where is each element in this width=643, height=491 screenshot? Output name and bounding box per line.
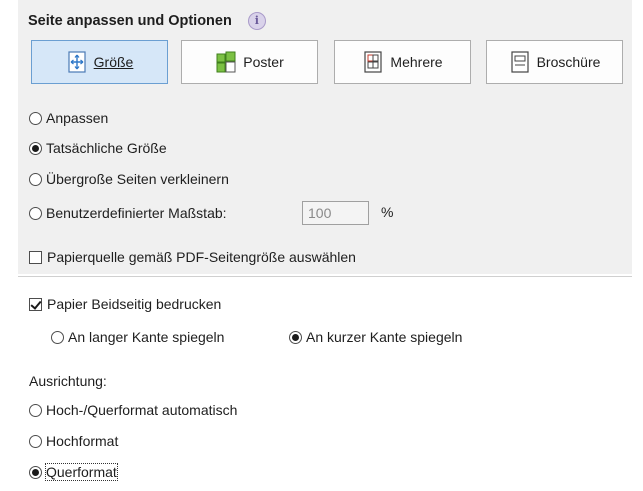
portrait-label: Hochformat xyxy=(46,433,119,449)
section-header: Seite anpassen und Optionen i xyxy=(28,10,266,32)
actual-size-radio-option[interactable]: Tatsächliche Größe xyxy=(29,138,167,158)
auto-orientation-radio[interactable] xyxy=(29,403,42,417)
paper-source-checkbox-option[interactable]: Papierquelle gemäß PDF-Seitengröße auswä… xyxy=(29,247,356,267)
fit-label: Anpassen xyxy=(46,110,109,126)
portrait-radio[interactable] xyxy=(29,434,42,448)
custom-scale-label: Benutzerdefinierter Maßstab: xyxy=(46,205,227,221)
duplex-label: Papier Beidseitig bedrucken xyxy=(47,296,222,312)
actual-size-radio[interactable] xyxy=(29,141,42,155)
multiple-button[interactable]: Mehrere xyxy=(334,40,471,84)
auto-orientation-label: Hoch-/Querformat automatisch xyxy=(46,402,238,418)
section-divider xyxy=(18,276,632,277)
landscape-radio-option[interactable]: Querformat xyxy=(29,462,118,482)
auto-orientation-radio-option[interactable]: Hoch-/Querformat automatisch xyxy=(29,400,237,420)
size-button[interactable]: Größe xyxy=(31,40,168,84)
orientation-label: Ausrichtung: xyxy=(29,373,107,389)
flip-long-edge-radio[interactable] xyxy=(51,330,64,344)
paper-source-checkbox[interactable] xyxy=(29,250,42,264)
section-title: Seite anpassen und Optionen xyxy=(28,13,232,29)
shrink-oversized-label: Übergroße Seiten verkleinern xyxy=(46,171,229,187)
booklet-button[interactable]: Broschüre xyxy=(486,40,623,84)
shrink-oversized-radio[interactable] xyxy=(29,172,42,186)
landscape-label: Querformat xyxy=(45,463,118,481)
flip-short-edge-radio-option[interactable]: An kurzer Kante spiegeln xyxy=(289,327,462,347)
print-page-options-panel: Seite anpassen und Optionen i Größe Post… xyxy=(0,0,643,491)
page-sizing-mode-buttons: Größe Poster Mehrere Broschüre xyxy=(31,40,631,84)
portrait-radio-option[interactable]: Hochformat xyxy=(29,431,118,451)
poster-button[interactable]: Poster xyxy=(181,40,318,84)
custom-scale-input[interactable] xyxy=(302,201,369,225)
poster-icon xyxy=(216,51,236,73)
multiple-pages-icon xyxy=(364,51,383,73)
paper-source-label: Papierquelle gemäß PDF-Seitengröße auswä… xyxy=(47,249,356,265)
actual-size-label: Tatsächliche Größe xyxy=(46,140,167,156)
duplex-checkbox[interactable] xyxy=(29,297,42,311)
multiple-button-label: Mehrere xyxy=(390,54,443,70)
flip-short-edge-label: An kurzer Kante spiegeln xyxy=(306,329,463,345)
flip-long-edge-radio-option[interactable]: An langer Kante spiegeln xyxy=(51,327,224,347)
info-icon[interactable]: i xyxy=(247,12,266,30)
custom-scale-radio[interactable] xyxy=(29,206,42,220)
landscape-radio[interactable] xyxy=(29,465,42,479)
fit-radio-option[interactable]: Anpassen xyxy=(29,108,108,128)
size-icon xyxy=(68,51,86,73)
fit-radio[interactable] xyxy=(29,111,42,125)
booklet-icon xyxy=(510,51,529,73)
flip-long-edge-label: An langer Kante spiegeln xyxy=(68,329,225,345)
size-button-label: Größe xyxy=(93,54,134,70)
percent-unit-label: % xyxy=(381,204,394,220)
booklet-button-label: Broschüre xyxy=(536,54,601,70)
flip-short-edge-radio[interactable] xyxy=(289,330,302,344)
custom-scale-radio-option[interactable]: Benutzerdefinierter Maßstab: xyxy=(29,203,227,223)
shrink-oversized-radio-option[interactable]: Übergroße Seiten verkleinern xyxy=(29,169,229,189)
duplex-checkbox-option[interactable]: Papier Beidseitig bedrucken xyxy=(29,294,221,314)
poster-button-label: Poster xyxy=(243,54,284,70)
